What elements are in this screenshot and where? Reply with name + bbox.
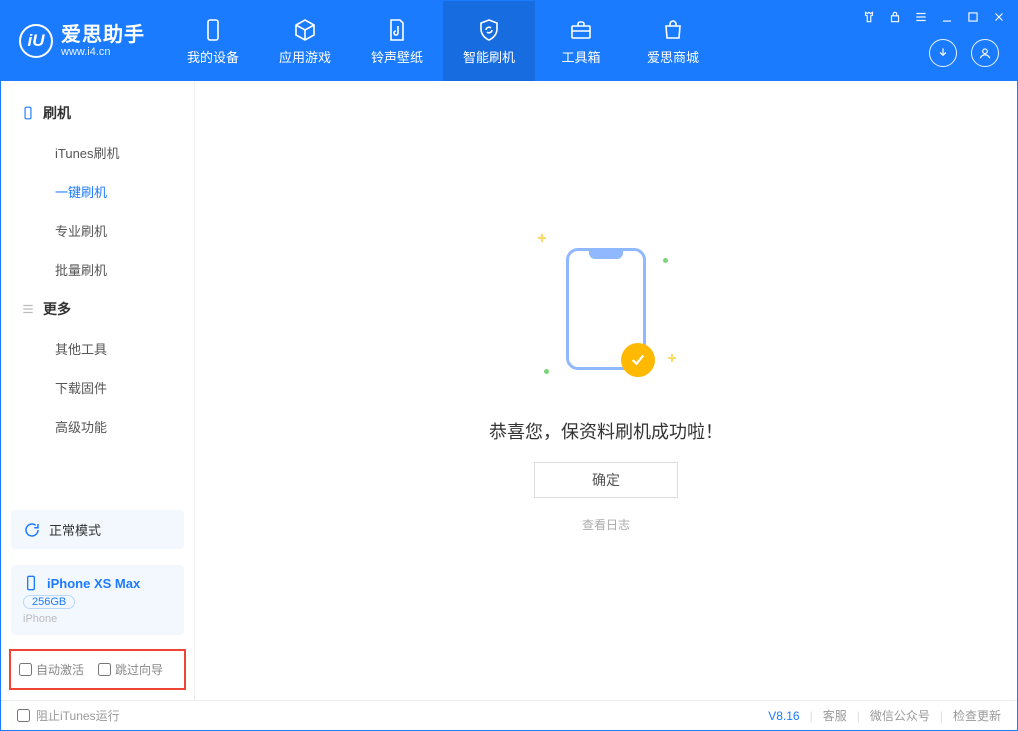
nav-store[interactable]: 爱思商城 [627,1,719,81]
nav-label: 工具箱 [561,47,600,66]
mode-label: 正常模式 [49,520,101,539]
sparkle-icon [668,354,676,362]
logo: iU 爱思助手 www.i4.cn [1,1,167,81]
sidebar-group-title: 更多 [43,299,71,319]
auto-activate-checkbox[interactable]: 自动激活 [19,661,84,678]
close-button[interactable] [991,9,1007,25]
nav-label: 智能刷机 [463,47,515,66]
flash-options-box: 自动激活 跳过向导 [9,649,186,690]
main-content: 恭喜您，保资料刷机成功啦！ 确定 查看日志 [195,81,1017,700]
separator: | [857,709,860,723]
app-name: 爱思助手 [61,24,145,46]
minimize-button[interactable] [939,9,955,25]
toolbox-icon [568,17,594,43]
block-itunes-label: 阻止iTunes运行 [36,707,120,724]
nav-toolbox[interactable]: 工具箱 [535,1,627,81]
nav-my-device[interactable]: 我的设备 [167,1,259,81]
skip-guide-label: 跳过向导 [115,661,163,678]
phone-icon [21,106,35,120]
nav-ring-wall[interactable]: 铃声壁纸 [351,1,443,81]
refresh-icon [23,521,41,539]
footer-link-wechat[interactable]: 微信公众号 [870,707,930,724]
sidebar-item-advanced[interactable]: 高级功能 [1,407,194,446]
window-controls [861,9,1007,25]
device-card[interactable]: iPhone XS Max 256GB iPhone [11,565,184,635]
nav-label: 爱思商城 [647,47,699,66]
sparkle-icon [538,234,546,242]
phone-illustration [566,248,646,370]
view-log-link[interactable]: 查看日志 [582,516,630,533]
sidebar-item-pro-flash[interactable]: 专业刷机 [1,211,194,250]
device-icon [200,17,226,43]
top-nav: 我的设备 应用游戏 铃声壁纸 智能刷机 工具箱 爱思商城 [167,1,719,81]
sidebar: 刷机 iTunes刷机 一键刷机 专业刷机 批量刷机 更多 其他工具 下载固件 … [1,81,195,700]
music-file-icon [384,17,410,43]
status-bar: 阻止iTunes运行 V8.16 | 客服 | 微信公众号 | 检查更新 [1,700,1017,730]
separator: | [940,709,943,723]
mode-card[interactable]: 正常模式 [11,510,184,549]
nav-smart-flash[interactable]: 智能刷机 [443,1,535,81]
sidebar-item-itunes-flash[interactable]: iTunes刷机 [1,133,194,172]
auto-activate-label: 自动激活 [36,661,84,678]
list-icon [21,302,35,316]
nav-apps-games[interactable]: 应用游戏 [259,1,351,81]
sidebar-item-batch-flash[interactable]: 批量刷机 [1,250,194,289]
footer-link-support[interactable]: 客服 [823,707,847,724]
sidebar-item-other-tools[interactable]: 其他工具 [1,329,194,368]
dot-icon [663,258,668,263]
device-icon [23,575,39,591]
lock-icon[interactable] [887,9,903,25]
dot-icon [544,369,549,374]
header-actions [929,39,999,67]
version-label: V8.16 [768,709,799,723]
success-message: 恭喜您，保资料刷机成功啦！ [489,418,723,444]
app-domain: www.i4.cn [61,46,145,58]
device-name: iPhone XS Max [47,576,140,591]
sidebar-group-title: 刷机 [43,103,71,123]
device-storage: 256GB [23,595,75,609]
shirt-icon[interactable] [861,9,877,25]
separator: | [810,709,813,723]
skip-guide-checkbox[interactable]: 跳过向导 [98,661,163,678]
confirm-button[interactable]: 确定 [534,462,678,498]
sidebar-item-oneclick-flash[interactable]: 一键刷机 [1,172,194,211]
nav-label: 铃声壁纸 [371,47,423,66]
user-button[interactable] [971,39,999,67]
sidebar-item-download-fw[interactable]: 下载固件 [1,368,194,407]
check-badge-icon [621,343,655,377]
device-type: iPhone [23,613,57,625]
download-button[interactable] [929,39,957,67]
footer-link-update[interactable]: 检查更新 [953,707,1001,724]
header: iU 爱思助手 www.i4.cn 我的设备 应用游戏 铃声壁纸 智能刷机 工具… [1,1,1017,81]
nav-label: 我的设备 [187,47,239,66]
block-itunes-checkbox[interactable]: 阻止iTunes运行 [17,707,120,724]
sidebar-group-more: 更多 [1,289,194,329]
cube-icon [292,17,318,43]
success-illustration [566,248,646,370]
maximize-button[interactable] [965,9,981,25]
nav-label: 应用游戏 [279,47,331,66]
shield-refresh-icon [476,17,502,43]
logo-badge: iU [19,24,53,58]
menu-icon[interactable] [913,9,929,25]
bag-icon [660,17,686,43]
sidebar-group-flash: 刷机 [1,93,194,133]
